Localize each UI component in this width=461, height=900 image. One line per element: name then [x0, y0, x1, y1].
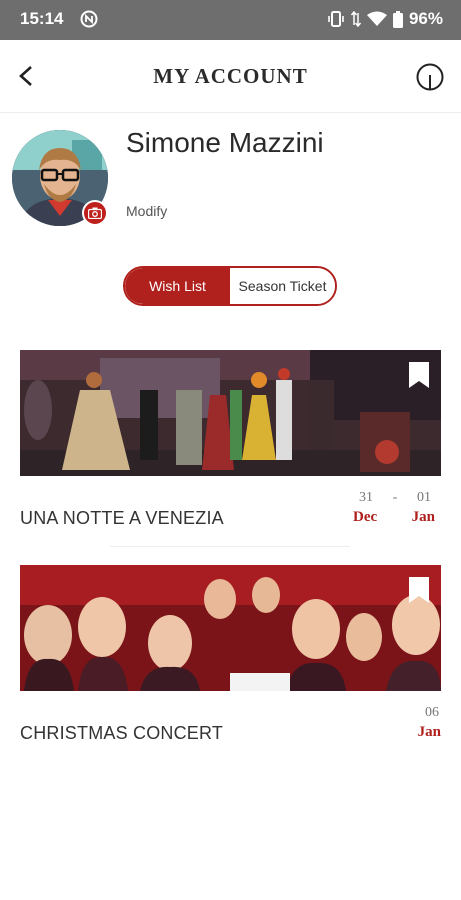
logout-button[interactable] [415, 62, 445, 92]
event-month-start: Dec [353, 509, 378, 525]
event-day-start: 31 [359, 490, 373, 505]
power-icon [416, 63, 444, 91]
event-month-end: Jan [411, 509, 435, 525]
tab-wish-list[interactable]: Wish List [125, 268, 230, 304]
event-dates: 06 Jan [401, 705, 441, 741]
divider [110, 546, 350, 547]
event-image[interactable] [20, 350, 441, 476]
battery-icon [392, 10, 403, 28]
event-day: 06 [425, 705, 439, 720]
nfc-icon [80, 10, 98, 28]
modify-profile-link[interactable]: Modify [126, 203, 167, 219]
event-card[interactable]: UNA NOTTE A VENEZIA 31 - 01 Dec Jan [20, 350, 441, 540]
event-day-end: 01 [416, 490, 431, 505]
user-name: Simone Mazzini [126, 127, 324, 158]
status-time: 15:14 [20, 9, 64, 28]
data-arrows-icon [350, 11, 361, 27]
battery-percent: 96% [408, 9, 443, 28]
event-dates: 31 - 01 Dec Jan [351, 490, 441, 526]
event-image[interactable] [20, 565, 441, 691]
app-bar: MY ACCOUNT [0, 40, 461, 113]
list-type-switch: Wish List Season Ticket [123, 266, 337, 306]
wifi-icon [366, 11, 387, 26]
bookmark-icon[interactable] [409, 577, 429, 603]
tab-season-ticket[interactable]: Season Ticket [230, 268, 335, 304]
event-day-separator: - [392, 490, 398, 505]
status-bar: 15:14 96% [0, 0, 461, 40]
event-title: UNA NOTTE A VENEZIA [20, 508, 224, 528]
event-month: Jan [417, 724, 441, 740]
bookmark-icon[interactable] [409, 362, 429, 388]
page-title: MY ACCOUNT [153, 64, 308, 88]
vibrate-icon [328, 11, 344, 27]
change-photo-button[interactable] [82, 200, 108, 226]
event-title: CHRISTMAS CONCERT [20, 723, 224, 743]
profile-section: Simone Mazzini Modify [0, 120, 461, 240]
event-card[interactable]: CHRISTMAS CONCERT 06 Jan [20, 565, 441, 755]
camera-icon [88, 207, 102, 219]
